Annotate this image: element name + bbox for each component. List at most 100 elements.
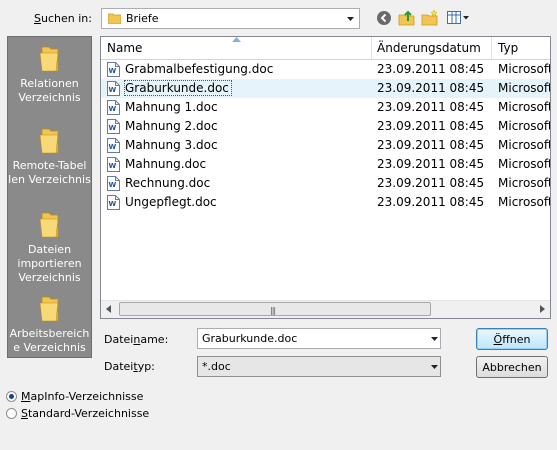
file-type: Microsoft	[498, 176, 551, 190]
column-divider[interactable]	[491, 37, 492, 59]
sort-ascending-icon	[232, 37, 241, 42]
cancel-button[interactable]: Abbrechen	[476, 356, 548, 378]
word-doc-icon: W	[107, 157, 120, 172]
file-type: Microsoft	[498, 157, 551, 171]
word-doc-icon: W	[107, 195, 120, 210]
filetype-select[interactable]: *.doc	[197, 356, 441, 377]
file-row[interactable]: W Ungepflegt.doc 23.09.2011 08:45 Microsoft	[101, 193, 550, 212]
place-label: Dateien importieren Verzeichnis	[17, 243, 82, 284]
word-doc-icon: W	[107, 100, 120, 115]
up-folder-icon	[398, 10, 415, 26]
open-file-dialog: Suchen in: Briefe Relationen Verzeichnis…	[0, 0, 557, 450]
word-doc-icon: W	[107, 81, 120, 96]
place-dateien-importieren[interactable]: Dateien importieren Verzeichnis	[8, 209, 91, 285]
file-type: Microsoft	[498, 81, 551, 95]
place-remote-tabellen[interactable]: Remote-Tabel len Verzeichnis	[8, 125, 91, 187]
file-date: 23.09.2011 08:45	[377, 100, 485, 114]
look-in-value: Briefe	[126, 12, 159, 25]
place-label: Arbeitsbereich e Verzeichnis	[9, 327, 90, 354]
file-row[interactable]: W Mahnung 2.doc 23.09.2011 08:45 Microsoft	[101, 117, 550, 136]
svg-text:W: W	[109, 86, 117, 94]
new-folder-icon	[421, 9, 438, 26]
svg-text:W: W	[109, 181, 117, 189]
file-name: Ungepflegt.doc	[125, 195, 217, 209]
column-header: Name Änderungsdatum Typ	[101, 37, 550, 60]
place-label: Relationen Verzeichnis	[18, 77, 81, 104]
file-type: Microsoft	[498, 62, 551, 76]
chevron-down-icon[interactable]	[431, 337, 438, 341]
file-date: 23.09.2011 08:45	[377, 81, 485, 95]
places-bar: Relationen Verzeichnis Remote-Tabel len …	[7, 36, 92, 358]
place-arbeitsbereiche[interactable]: Arbeitsbereich e Verzeichnis	[8, 293, 91, 355]
file-name: Mahnung 2.doc	[125, 119, 218, 133]
svg-text:W: W	[109, 67, 117, 75]
file-row[interactable]: W Grabmalbefestigung.doc 23.09.2011 08:45 M…	[101, 60, 550, 79]
radio-standard-verzeichnisse[interactable]: Standard-Verzeichnisse	[6, 407, 149, 420]
column-divider[interactable]	[371, 37, 372, 59]
file-date: 23.09.2011 08:45	[377, 176, 485, 190]
radio-mapinfo-verzeichnisse[interactable]: MapInfo-Verzeichnisse	[6, 390, 143, 403]
look-in-label: Suchen in:	[34, 12, 92, 25]
file-name: Mahnung 3.doc	[125, 138, 218, 152]
open-button[interactable]: Öffnen	[476, 328, 548, 350]
grip-icon: |||	[270, 306, 276, 315]
word-doc-icon: W	[107, 176, 120, 191]
svg-text:W: W	[109, 124, 117, 132]
chevron-down-icon[interactable]	[431, 365, 438, 369]
place-relationen[interactable]: Relationen Verzeichnis	[8, 43, 91, 105]
view-menu-icon	[447, 11, 469, 24]
file-list[interactable]: Name Änderungsdatum Typ W Grabmalbefestig…	[100, 36, 551, 319]
new-folder-button[interactable]	[420, 8, 440, 28]
radio-circle-checked[interactable]	[6, 391, 17, 402]
word-doc-icon: W	[107, 119, 120, 134]
scroll-left-icon[interactable]	[106, 305, 111, 313]
up-folder-button[interactable]	[397, 8, 417, 28]
file-date: 23.09.2011 08:45	[377, 62, 485, 76]
folder-icon	[39, 296, 58, 322]
file-date: 23.09.2011 08:45	[377, 157, 485, 171]
word-doc-icon: W	[107, 138, 120, 153]
scrollbar-thumb[interactable]: |||	[119, 302, 431, 316]
folder-icon	[108, 13, 121, 24]
filetype-label: Dateityp:	[104, 360, 155, 373]
file-type: Microsoft	[498, 100, 551, 114]
file-name: Grabmalbefestigung.doc	[125, 62, 274, 76]
file-row[interactable]: W Mahnung 1.doc 23.09.2011 08:45 Microsoft	[101, 98, 550, 117]
file-row[interactable]: W Mahnung 3.doc 23.09.2011 08:45 Microsoft	[101, 136, 550, 155]
file-row[interactable]: W Mahnung.doc 23.09.2011 08:45 Microsoft	[101, 155, 550, 174]
folder-icon	[39, 46, 58, 72]
file-row[interactable]: W Rechnung.doc 23.09.2011 08:45 Microsoft	[101, 174, 550, 193]
file-name: Mahnung 1.doc	[125, 100, 218, 114]
svg-text:W: W	[109, 162, 117, 170]
scroll-right-icon[interactable]	[540, 305, 545, 313]
column-type[interactable]: Typ	[498, 41, 518, 55]
file-name: Rechnung.doc	[125, 176, 211, 190]
horizontal-scrollbar[interactable]: |||	[101, 300, 550, 318]
file-date: 23.09.2011 08:45	[377, 119, 485, 133]
column-name[interactable]: Name	[107, 41, 142, 55]
filename-input[interactable]: Graburkunde.doc	[197, 328, 441, 349]
file-name: Mahnung.doc	[125, 157, 207, 171]
folder-icon	[39, 212, 58, 238]
file-type: Microsoft	[498, 119, 551, 133]
place-label: Remote-Tabel len Verzeichnis	[8, 159, 91, 186]
file-type: Microsoft	[498, 195, 551, 209]
filename-label: Dateiname:	[104, 333, 169, 346]
folder-icon	[39, 128, 58, 154]
view-menu-button[interactable]	[446, 8, 472, 28]
file-row[interactable]: W Graburkunde.doc 23.09.2011 08:45 Microsof…	[101, 79, 550, 98]
svg-text:W: W	[109, 143, 117, 151]
column-date[interactable]: Änderungsdatum	[377, 41, 481, 55]
radio-circle[interactable]	[6, 408, 17, 419]
word-doc-icon: W	[107, 62, 120, 77]
file-type: Microsoft	[498, 138, 551, 152]
file-name: Graburkunde.doc	[124, 80, 232, 96]
look-in-combobox[interactable]: Briefe	[101, 8, 360, 29]
svg-text:W: W	[109, 200, 117, 208]
file-date: 23.09.2011 08:45	[377, 138, 485, 152]
chevron-down-icon[interactable]	[342, 9, 359, 28]
svg-text:W: W	[109, 105, 117, 113]
back-icon	[377, 11, 391, 25]
file-date: 23.09.2011 08:45	[377, 195, 485, 209]
back-button[interactable]	[374, 8, 394, 28]
